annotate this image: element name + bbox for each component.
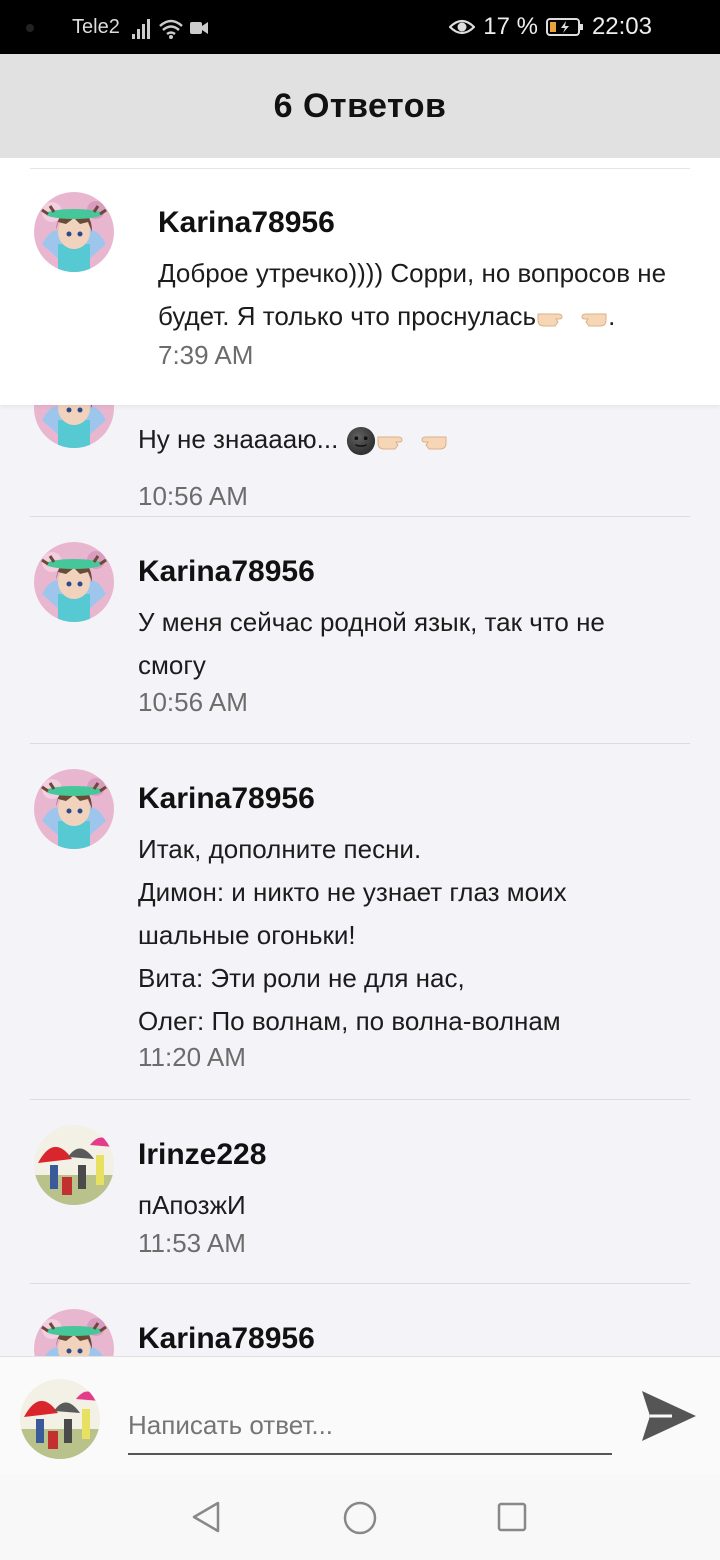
timestamp: 7:39 AM (158, 340, 254, 370)
send-icon[interactable] (638, 1387, 700, 1445)
reply-item: Karina78956 (10, 1284, 710, 1356)
original-post: Karina78956 Доброе утречко)))) Сорри, но… (0, 158, 720, 405)
avatar[interactable] (34, 769, 114, 849)
point-left-emoji-icon (572, 305, 608, 331)
username[interactable]: Karina78956 (138, 782, 315, 816)
carrier-label: Tele2 (72, 16, 120, 38)
battery-icon (545, 18, 583, 36)
reply-line: Вита: Эти роли не для нас, (138, 963, 465, 993)
reply-input[interactable] (128, 1397, 612, 1455)
point-right-emoji-icon (376, 428, 412, 454)
replies-list[interactable]: Karina78956 Доброе утречко)))) Сорри, но… (0, 158, 720, 1356)
reply-line: Олег: По волнам, по волна-волнам (138, 1006, 561, 1036)
post-text: Доброе утречко)))) Сорри, но вопросов не… (158, 252, 698, 338)
avatar[interactable] (34, 542, 114, 622)
reply-text-body: Ну не знааааю... (138, 424, 339, 454)
replies-header: 6 Ответов (0, 54, 720, 158)
avatar (20, 1379, 100, 1459)
reply-item: Karina78956 Итак, дополните песни. Димон… (10, 744, 710, 1100)
home-circle-icon[interactable] (342, 1500, 378, 1536)
divider (30, 168, 690, 169)
reply-item: Ну не знааааю... 10:56 AM (10, 388, 710, 517)
username[interactable]: Karina78956 (138, 1322, 315, 1356)
battery-percent: 17 % (483, 13, 538, 40)
timestamp: 10:56 AM (138, 481, 248, 511)
reply-text: Итак, дополните песни. Димон: и никто не… (138, 828, 658, 1043)
reply-text: У меня сейчас родной язык, так что не см… (138, 607, 605, 680)
system-navbar (0, 1474, 720, 1560)
eye-icon (449, 19, 476, 35)
avatar[interactable] (34, 1125, 114, 1205)
camera-dot-icon (26, 24, 34, 32)
timestamp: 10:56 AM (138, 687, 248, 717)
reply-text: Ну не знааааю... (138, 418, 448, 461)
reply-item: Karina78956 У меня сейчас родной язык, т… (10, 517, 710, 744)
point-right-emoji-icon (536, 305, 572, 331)
clock: 22:03 (591, 13, 652, 40)
back-triangle-icon[interactable] (190, 1500, 222, 1534)
username[interactable]: Karina78956 (158, 206, 335, 240)
avatar[interactable] (34, 1309, 114, 1356)
page-title: 6 Ответов (273, 86, 447, 125)
point-left-emoji-icon (412, 428, 448, 454)
timestamp: 11:53 AM (138, 1228, 246, 1258)
reply-line: Димон: и никто не узнает глаз моих шальн… (138, 877, 567, 950)
dark-face-emoji-icon (346, 426, 376, 456)
timestamp: 11:20 AM (138, 1042, 246, 1072)
reply-item: Irinze228 пАпозжИ 11:53 AM (10, 1100, 710, 1284)
reply-text: пАпозжИ (138, 1190, 246, 1220)
username[interactable]: Irinze228 (138, 1138, 266, 1172)
status-bar: Tele2 17 % 22:03 (0, 0, 720, 54)
avatar[interactable] (34, 192, 114, 272)
username[interactable]: Karina78956 (138, 555, 315, 589)
reply-line: Итак, дополните песни. (138, 834, 422, 864)
recents-square-icon[interactable] (496, 1501, 528, 1533)
reply-composer (0, 1356, 720, 1474)
post-text-end: . (608, 301, 616, 331)
signal-wifi-video-icons (132, 19, 208, 39)
